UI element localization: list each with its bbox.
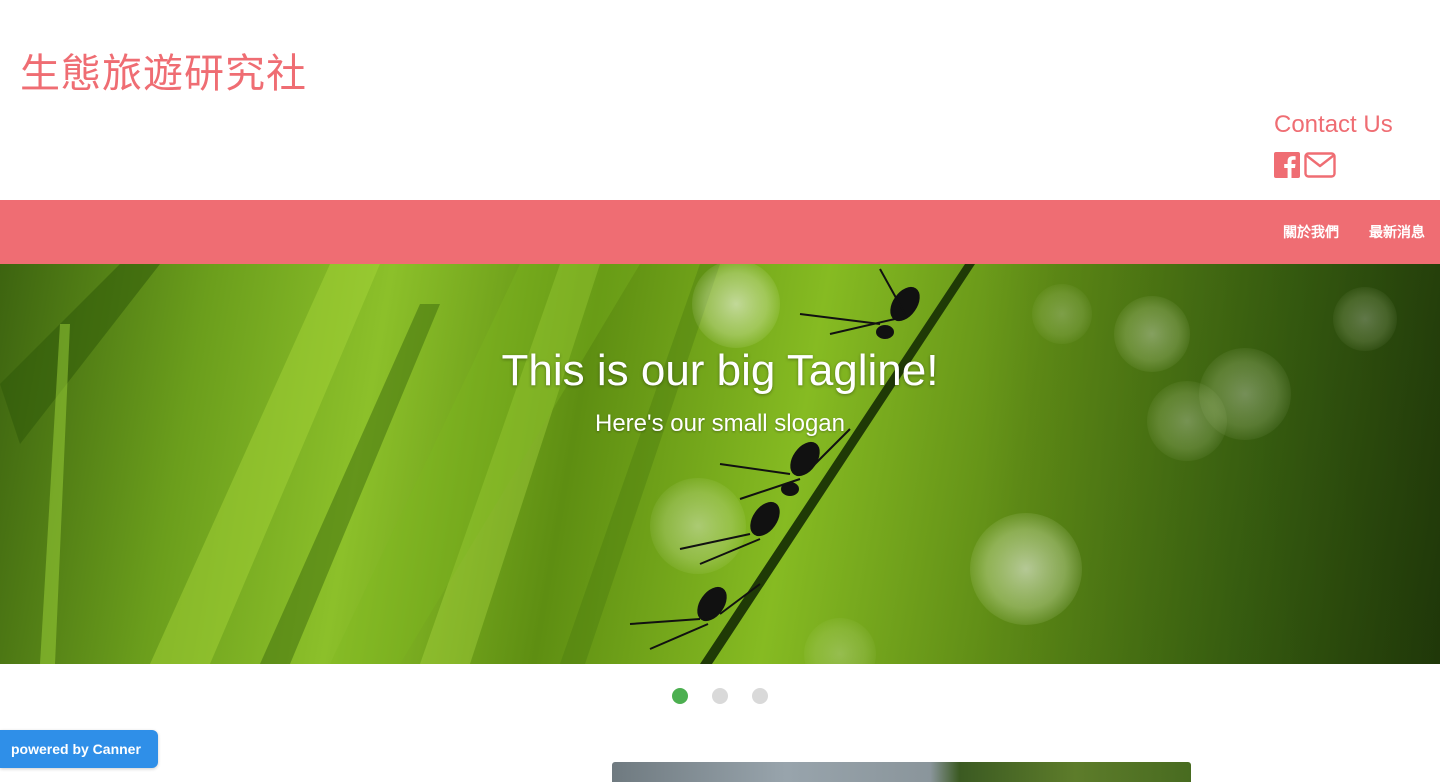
envelope-icon[interactable] bbox=[1304, 152, 1336, 178]
hero-tagline: This is our big Tagline! bbox=[501, 346, 939, 395]
site-title[interactable]: 生態旅遊研究社 bbox=[20, 48, 307, 100]
contact-icons bbox=[1274, 152, 1424, 178]
carousel-dot-1[interactable] bbox=[672, 688, 688, 704]
hero-carousel[interactable]: This is our big Tagline! Here's our smal… bbox=[0, 264, 1440, 664]
carousel-indicators bbox=[672, 688, 768, 704]
nav-item-news[interactable]: 最新消息 bbox=[1369, 222, 1425, 242]
hero-background-image bbox=[0, 264, 1440, 664]
main-navbar: 關於我們 最新消息 bbox=[0, 200, 1440, 264]
nav-item-about[interactable]: 關於我們 bbox=[1283, 222, 1339, 242]
facebook-icon[interactable] bbox=[1274, 152, 1300, 178]
contact-title: Contact Us bbox=[1274, 111, 1393, 138]
site-header: 生態旅遊研究社 Contact Us bbox=[0, 0, 1440, 200]
content-image bbox=[612, 762, 1191, 782]
contact-block: Contact Us bbox=[1274, 110, 1424, 178]
powered-by-canner-badge[interactable]: powered by Canner bbox=[0, 730, 158, 768]
carousel-dot-2[interactable] bbox=[712, 688, 728, 704]
nav-menu: 關於我們 最新消息 bbox=[1253, 200, 1425, 264]
carousel-dot-3[interactable] bbox=[752, 688, 768, 704]
hero-slogan: Here's our small slogan bbox=[594, 410, 846, 437]
